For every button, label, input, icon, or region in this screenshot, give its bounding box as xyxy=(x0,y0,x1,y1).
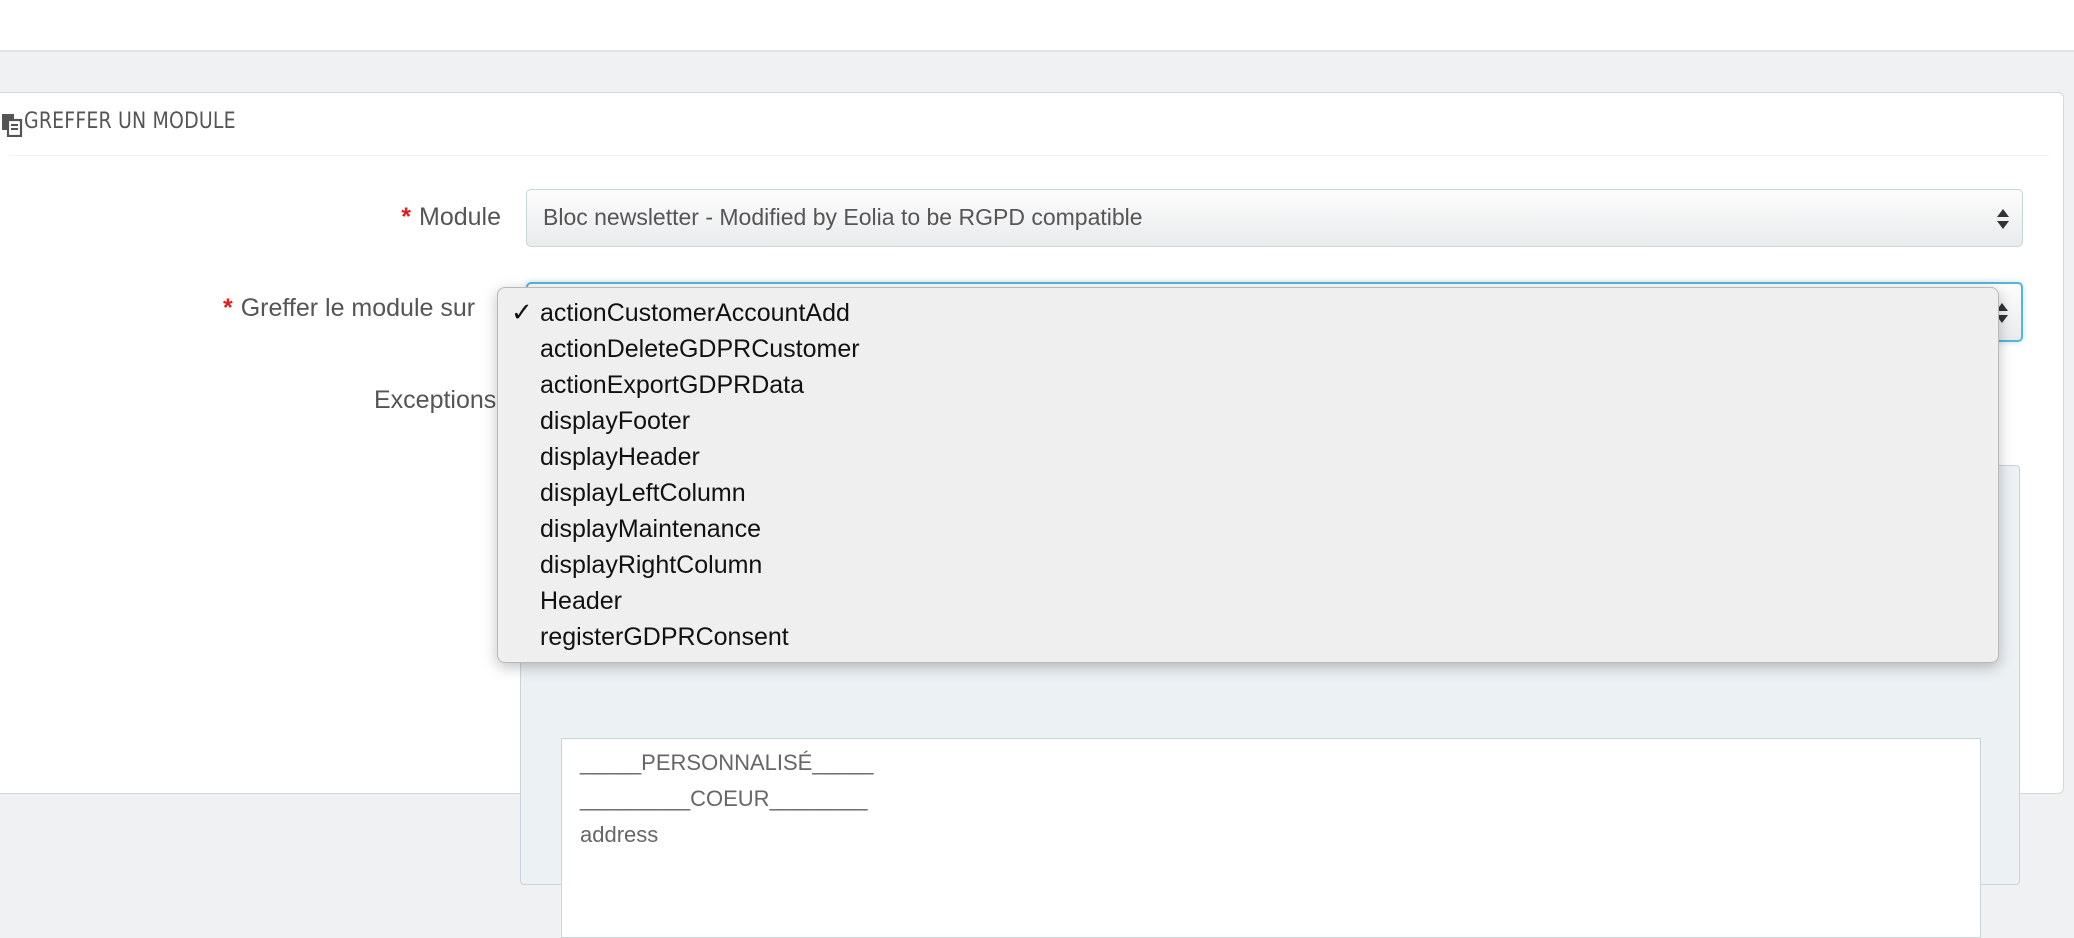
exceptions-label: Exceptions xyxy=(374,386,496,415)
hook-dropdown-menu: ✓ actionCustomerAccountAdd actionDeleteG… xyxy=(497,287,1999,663)
hook-option-displayHeader[interactable]: displayHeader xyxy=(540,439,700,475)
required-marker: * xyxy=(223,294,233,322)
panel-heading: GREFFER UN MODULE xyxy=(2,93,2049,156)
exceptions-label-text: Exceptions xyxy=(374,386,497,414)
select-arrows-icon xyxy=(1997,209,2009,229)
hook-option-displayFooter[interactable]: displayFooter xyxy=(540,403,690,439)
hook-option-actionCustomerAccountAdd[interactable]: ✓ actionCustomerAccountAdd xyxy=(498,295,1978,331)
hook-option-displayLeftColumn[interactable]: displayLeftColumn xyxy=(540,475,746,511)
exception-option[interactable]: address xyxy=(580,822,658,848)
hook-option-actionExportGDPRData[interactable]: actionExportGDPRData xyxy=(540,367,804,403)
exceptions-multiselect[interactable]: _____PERSONNALISÉ_____ _________COEUR___… xyxy=(561,738,1981,938)
exception-option[interactable]: _____PERSONNALISÉ_____ xyxy=(580,750,874,776)
hook-option-label: actionCustomerAccountAdd xyxy=(540,299,850,327)
top-bar xyxy=(0,0,2074,52)
exception-option[interactable]: _________COEUR________ xyxy=(580,786,867,812)
module-label-text: Module xyxy=(419,203,501,231)
copy-icon xyxy=(2,114,23,137)
hook-option-displayRightColumn[interactable]: displayRightColumn xyxy=(540,547,762,583)
checkmark-icon: ✓ xyxy=(511,298,533,328)
module-label: * Module xyxy=(401,203,501,232)
module-select-value: Bloc newsletter - Modified by Eolia to b… xyxy=(543,204,1143,230)
hook-option-registerGDPRConsent[interactable]: registerGDPRConsent xyxy=(540,619,789,655)
hook-label: * Greffer le module sur xyxy=(223,294,475,323)
required-marker: * xyxy=(401,203,411,231)
module-select[interactable]: Bloc newsletter - Modified by Eolia to b… xyxy=(526,189,2023,247)
hook-option-displayMaintenance[interactable]: displayMaintenance xyxy=(540,511,761,547)
hook-option-actionDeleteGDPRCustomer[interactable]: actionDeleteGDPRCustomer xyxy=(540,331,860,367)
hook-label-text: Greffer le module sur xyxy=(240,294,476,322)
panel-title: GREFFER UN MODULE xyxy=(24,109,236,134)
hook-option-Header[interactable]: Header xyxy=(540,583,622,619)
